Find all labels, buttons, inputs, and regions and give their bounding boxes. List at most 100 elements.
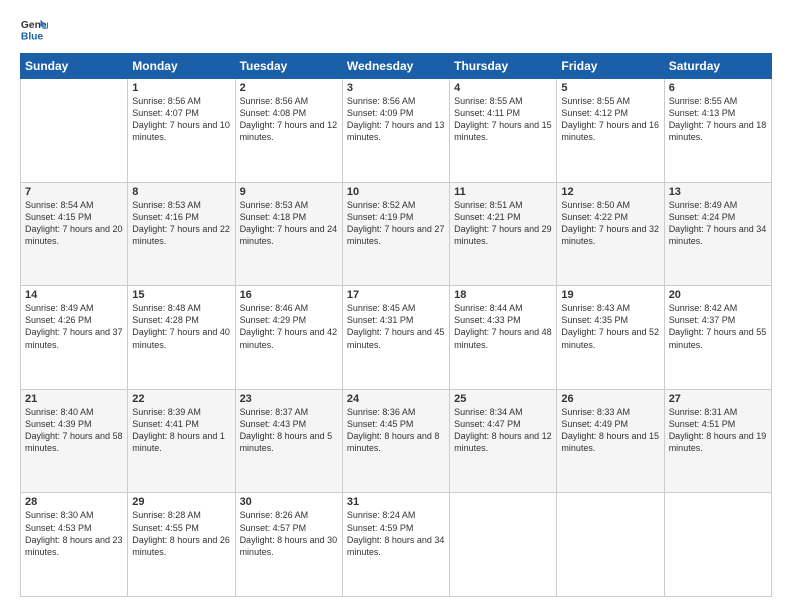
day-number: 9	[240, 186, 338, 198]
svg-text:Blue: Blue	[21, 31, 44, 42]
day-number: 4	[454, 82, 552, 94]
calendar-table: SundayMondayTuesdayWednesdayThursdayFrid…	[20, 53, 772, 597]
calendar-week-4: 21Sunrise: 8:40 AMSunset: 4:39 PMDayligh…	[21, 389, 772, 493]
calendar-cell: 1Sunrise: 8:56 AMSunset: 4:07 PMDaylight…	[128, 79, 235, 183]
day-info: Sunrise: 8:55 AMSunset: 4:13 PMDaylight:…	[669, 95, 767, 144]
day-number: 15	[132, 289, 230, 301]
day-number: 14	[25, 289, 123, 301]
calendar-cell: 5Sunrise: 8:55 AMSunset: 4:12 PMDaylight…	[557, 79, 664, 183]
day-number: 25	[454, 393, 552, 405]
calendar-cell: 3Sunrise: 8:56 AMSunset: 4:09 PMDaylight…	[342, 79, 449, 183]
day-number: 23	[240, 393, 338, 405]
day-info: Sunrise: 8:56 AMSunset: 4:09 PMDaylight:…	[347, 95, 445, 144]
calendar-week-1: 1Sunrise: 8:56 AMSunset: 4:07 PMDaylight…	[21, 79, 772, 183]
calendar-header-thursday: Thursday	[450, 54, 557, 79]
calendar-header-tuesday: Tuesday	[235, 54, 342, 79]
day-info: Sunrise: 8:49 AMSunset: 4:26 PMDaylight:…	[25, 302, 123, 351]
calendar-cell: 23Sunrise: 8:37 AMSunset: 4:43 PMDayligh…	[235, 389, 342, 493]
day-info: Sunrise: 8:56 AMSunset: 4:07 PMDaylight:…	[132, 95, 230, 144]
calendar-cell: 31Sunrise: 8:24 AMSunset: 4:59 PMDayligh…	[342, 493, 449, 597]
day-number: 6	[669, 82, 767, 94]
page: General Blue SundayMondayTuesdayWednesda…	[0, 0, 792, 612]
day-info: Sunrise: 8:53 AMSunset: 4:18 PMDaylight:…	[240, 199, 338, 248]
day-number: 18	[454, 289, 552, 301]
day-info: Sunrise: 8:24 AMSunset: 4:59 PMDaylight:…	[347, 509, 445, 558]
calendar-week-2: 7Sunrise: 8:54 AMSunset: 4:15 PMDaylight…	[21, 182, 772, 286]
day-info: Sunrise: 8:55 AMSunset: 4:11 PMDaylight:…	[454, 95, 552, 144]
calendar-cell: 18Sunrise: 8:44 AMSunset: 4:33 PMDayligh…	[450, 286, 557, 390]
day-info: Sunrise: 8:45 AMSunset: 4:31 PMDaylight:…	[347, 302, 445, 351]
day-info: Sunrise: 8:54 AMSunset: 4:15 PMDaylight:…	[25, 199, 123, 248]
day-number: 17	[347, 289, 445, 301]
day-info: Sunrise: 8:52 AMSunset: 4:19 PMDaylight:…	[347, 199, 445, 248]
day-info: Sunrise: 8:31 AMSunset: 4:51 PMDaylight:…	[669, 406, 767, 455]
calendar-cell: 25Sunrise: 8:34 AMSunset: 4:47 PMDayligh…	[450, 389, 557, 493]
calendar-cell: 20Sunrise: 8:42 AMSunset: 4:37 PMDayligh…	[664, 286, 771, 390]
day-number: 24	[347, 393, 445, 405]
calendar-cell	[21, 79, 128, 183]
calendar-cell: 30Sunrise: 8:26 AMSunset: 4:57 PMDayligh…	[235, 493, 342, 597]
calendar-header-monday: Monday	[128, 54, 235, 79]
day-number: 30	[240, 496, 338, 508]
day-info: Sunrise: 8:49 AMSunset: 4:24 PMDaylight:…	[669, 199, 767, 248]
day-info: Sunrise: 8:42 AMSunset: 4:37 PMDaylight:…	[669, 302, 767, 351]
calendar-cell: 12Sunrise: 8:50 AMSunset: 4:22 PMDayligh…	[557, 182, 664, 286]
calendar-cell	[450, 493, 557, 597]
day-info: Sunrise: 8:40 AMSunset: 4:39 PMDaylight:…	[25, 406, 123, 455]
calendar-cell: 28Sunrise: 8:30 AMSunset: 4:53 PMDayligh…	[21, 493, 128, 597]
calendar-cell: 19Sunrise: 8:43 AMSunset: 4:35 PMDayligh…	[557, 286, 664, 390]
calendar-cell: 6Sunrise: 8:55 AMSunset: 4:13 PMDaylight…	[664, 79, 771, 183]
logo: General Blue	[20, 15, 48, 43]
day-number: 5	[561, 82, 659, 94]
calendar-week-3: 14Sunrise: 8:49 AMSunset: 4:26 PMDayligh…	[21, 286, 772, 390]
calendar-cell	[557, 493, 664, 597]
calendar-cell: 24Sunrise: 8:36 AMSunset: 4:45 PMDayligh…	[342, 389, 449, 493]
calendar-cell: 13Sunrise: 8:49 AMSunset: 4:24 PMDayligh…	[664, 182, 771, 286]
day-number: 3	[347, 82, 445, 94]
day-info: Sunrise: 8:55 AMSunset: 4:12 PMDaylight:…	[561, 95, 659, 144]
day-number: 29	[132, 496, 230, 508]
day-info: Sunrise: 8:37 AMSunset: 4:43 PMDaylight:…	[240, 406, 338, 455]
calendar-header-saturday: Saturday	[664, 54, 771, 79]
day-info: Sunrise: 8:28 AMSunset: 4:55 PMDaylight:…	[132, 509, 230, 558]
day-info: Sunrise: 8:51 AMSunset: 4:21 PMDaylight:…	[454, 199, 552, 248]
day-info: Sunrise: 8:46 AMSunset: 4:29 PMDaylight:…	[240, 302, 338, 351]
day-number: 1	[132, 82, 230, 94]
calendar-cell: 8Sunrise: 8:53 AMSunset: 4:16 PMDaylight…	[128, 182, 235, 286]
calendar-week-5: 28Sunrise: 8:30 AMSunset: 4:53 PMDayligh…	[21, 493, 772, 597]
calendar-cell: 26Sunrise: 8:33 AMSunset: 4:49 PMDayligh…	[557, 389, 664, 493]
day-info: Sunrise: 8:50 AMSunset: 4:22 PMDaylight:…	[561, 199, 659, 248]
day-number: 12	[561, 186, 659, 198]
day-info: Sunrise: 8:53 AMSunset: 4:16 PMDaylight:…	[132, 199, 230, 248]
day-info: Sunrise: 8:30 AMSunset: 4:53 PMDaylight:…	[25, 509, 123, 558]
day-number: 31	[347, 496, 445, 508]
calendar-cell: 4Sunrise: 8:55 AMSunset: 4:11 PMDaylight…	[450, 79, 557, 183]
day-number: 2	[240, 82, 338, 94]
calendar-header-wednesday: Wednesday	[342, 54, 449, 79]
calendar-cell: 11Sunrise: 8:51 AMSunset: 4:21 PMDayligh…	[450, 182, 557, 286]
day-info: Sunrise: 8:26 AMSunset: 4:57 PMDaylight:…	[240, 509, 338, 558]
calendar-cell: 27Sunrise: 8:31 AMSunset: 4:51 PMDayligh…	[664, 389, 771, 493]
day-number: 27	[669, 393, 767, 405]
calendar-cell: 21Sunrise: 8:40 AMSunset: 4:39 PMDayligh…	[21, 389, 128, 493]
logo-icon: General Blue	[20, 15, 48, 43]
calendar-cell: 17Sunrise: 8:45 AMSunset: 4:31 PMDayligh…	[342, 286, 449, 390]
day-number: 7	[25, 186, 123, 198]
day-number: 22	[132, 393, 230, 405]
day-info: Sunrise: 8:44 AMSunset: 4:33 PMDaylight:…	[454, 302, 552, 351]
calendar-cell: 29Sunrise: 8:28 AMSunset: 4:55 PMDayligh…	[128, 493, 235, 597]
calendar-cell: 22Sunrise: 8:39 AMSunset: 4:41 PMDayligh…	[128, 389, 235, 493]
day-number: 8	[132, 186, 230, 198]
day-info: Sunrise: 8:43 AMSunset: 4:35 PMDaylight:…	[561, 302, 659, 351]
calendar-cell: 16Sunrise: 8:46 AMSunset: 4:29 PMDayligh…	[235, 286, 342, 390]
calendar-cell: 15Sunrise: 8:48 AMSunset: 4:28 PMDayligh…	[128, 286, 235, 390]
day-number: 20	[669, 289, 767, 301]
day-info: Sunrise: 8:48 AMSunset: 4:28 PMDaylight:…	[132, 302, 230, 351]
day-info: Sunrise: 8:36 AMSunset: 4:45 PMDaylight:…	[347, 406, 445, 455]
day-info: Sunrise: 8:56 AMSunset: 4:08 PMDaylight:…	[240, 95, 338, 144]
calendar-header-sunday: Sunday	[21, 54, 128, 79]
calendar-header-row: SundayMondayTuesdayWednesdayThursdayFrid…	[21, 54, 772, 79]
day-number: 13	[669, 186, 767, 198]
calendar-cell: 2Sunrise: 8:56 AMSunset: 4:08 PMDaylight…	[235, 79, 342, 183]
calendar-cell: 9Sunrise: 8:53 AMSunset: 4:18 PMDaylight…	[235, 182, 342, 286]
